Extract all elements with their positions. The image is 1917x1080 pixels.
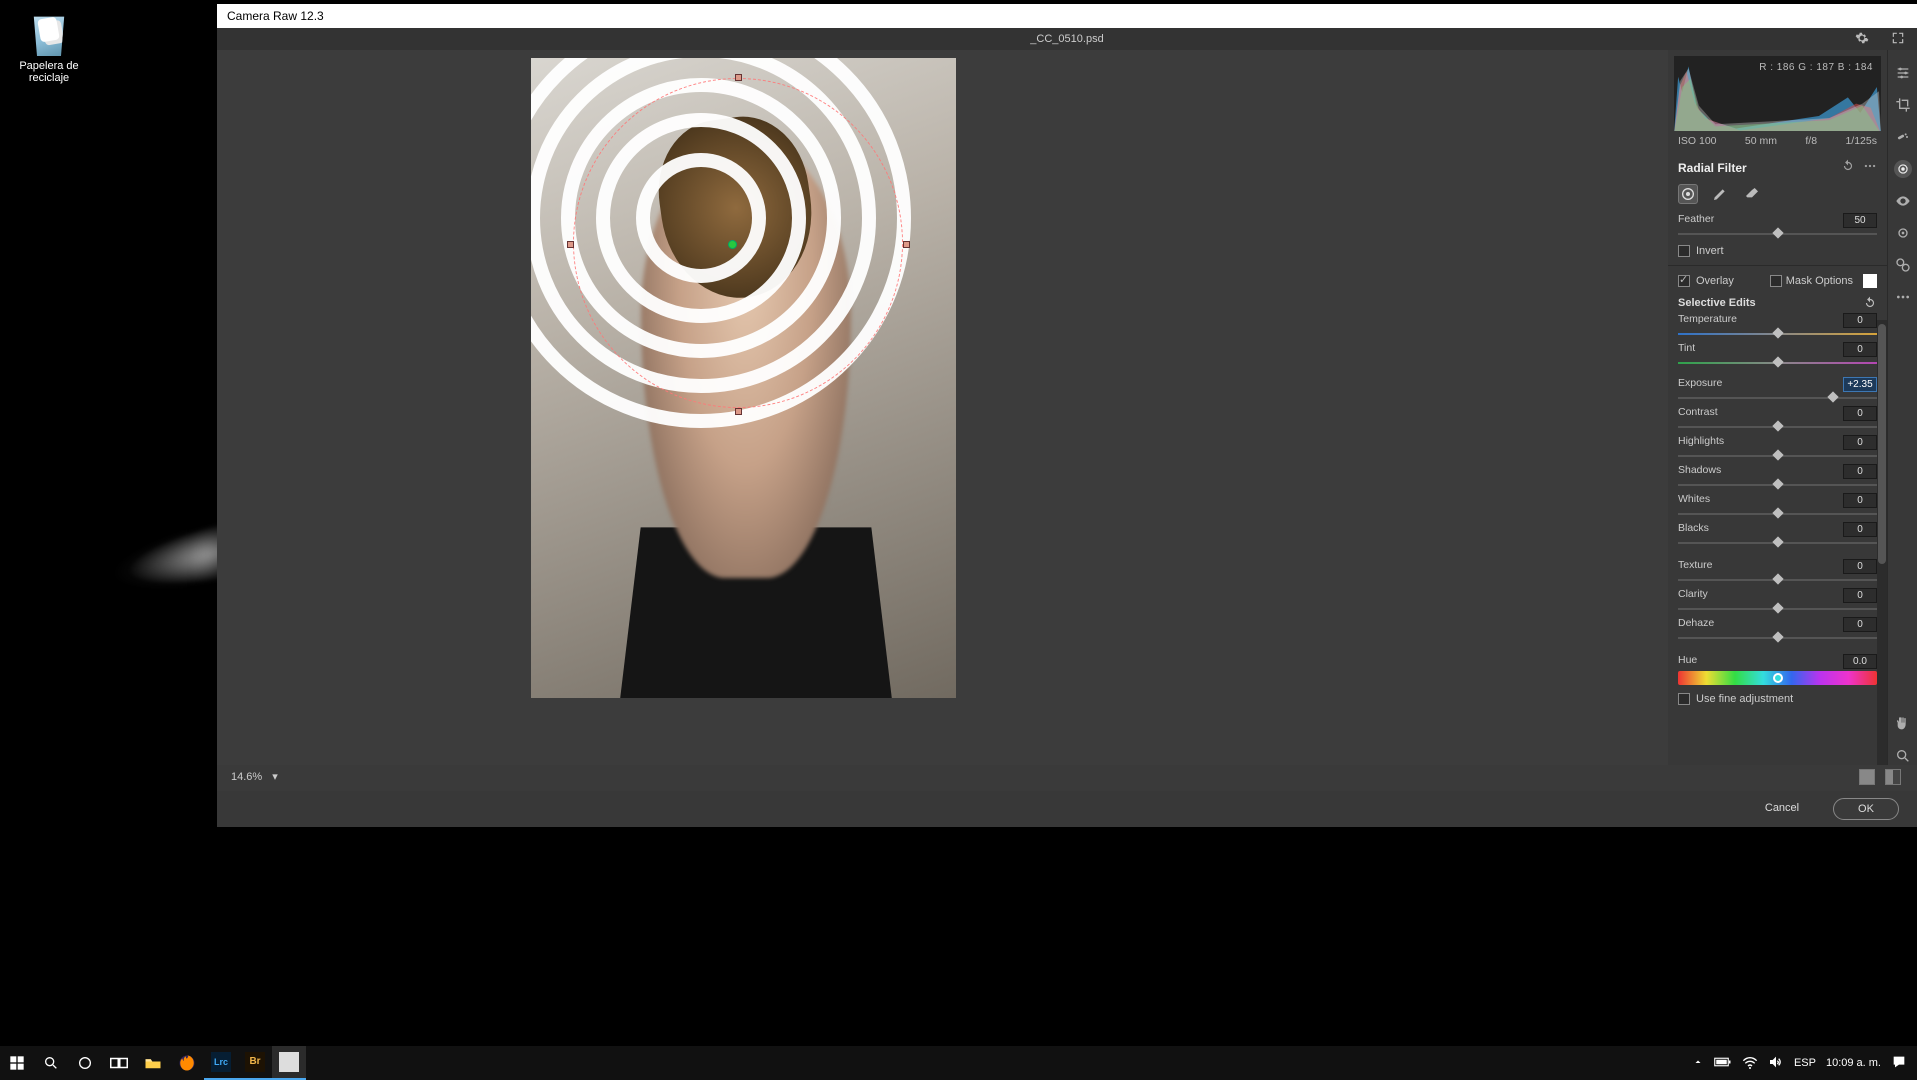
- invert-checkbox[interactable]: [1678, 245, 1690, 257]
- panel-scrollbar[interactable]: [1877, 320, 1887, 765]
- hue-slider[interactable]: Hue0.0: [1668, 653, 1887, 669]
- document-filename: _CC_0510.psd: [1030, 33, 1103, 45]
- histogram[interactable]: R : 186 G : 187 B : 184: [1674, 56, 1881, 131]
- zoom-tool-icon[interactable]: [1894, 747, 1912, 765]
- overlay-checkbox[interactable]: [1678, 275, 1690, 287]
- radial-handle-left[interactable]: [567, 241, 574, 248]
- invert-checkbox-row[interactable]: Invert: [1668, 241, 1887, 261]
- spot-heal-icon[interactable]: [1894, 128, 1912, 146]
- recycle-bin-label: Papelera de reciclaje: [14, 60, 84, 84]
- dialog-buttons: Cancel OK: [217, 791, 1917, 827]
- exposure-slider[interactable]: Exposure+2.35: [1668, 376, 1887, 403]
- radial-handle-bottom[interactable]: [735, 408, 742, 415]
- exif-aperture: f/8: [1805, 135, 1817, 147]
- exif-focal: 50 mm: [1745, 135, 1777, 147]
- compare-view-icons: [1859, 769, 1901, 785]
- redeye-tool-icon[interactable]: [1894, 224, 1912, 242]
- task-view-icon[interactable]: [102, 1046, 136, 1080]
- cancel-button[interactable]: Cancel: [1749, 798, 1815, 820]
- radial-filter-pin[interactable]: [728, 240, 737, 249]
- camera-raw-window: Camera Raw 12.3 _CC_0510.psd: [217, 4, 1917, 827]
- tint-slider[interactable]: Tint0: [1668, 341, 1887, 368]
- preview-canvas[interactable]: [217, 50, 1668, 765]
- highlights-slider[interactable]: Highlights0: [1668, 434, 1887, 461]
- tool-strip: [1887, 50, 1917, 765]
- presets-icon[interactable]: [1894, 256, 1912, 274]
- shadows-slider[interactable]: Shadows0: [1668, 463, 1887, 490]
- battery-icon[interactable]: [1714, 1056, 1732, 1071]
- exif-row: ISO 100 50 mm f/8 1/125s: [1668, 131, 1887, 153]
- adjustments-panel: R : 186 G : 187 B : 184 ISO 100 50 mm f/…: [1668, 50, 1887, 765]
- eye-preview-icon[interactable]: [1894, 192, 1912, 210]
- window-titlebar[interactable]: Camera Raw 12.3: [217, 4, 1917, 28]
- lightroom-classic-icon[interactable]: Lrc: [204, 1046, 238, 1080]
- exif-iso: ISO 100: [1678, 135, 1717, 147]
- contrast-slider[interactable]: Contrast0: [1668, 405, 1887, 432]
- eraser-icon[interactable]: [1742, 184, 1762, 204]
- blacks-slider[interactable]: Blacks0: [1668, 521, 1887, 548]
- zoom-dropdown[interactable]: 14.6%▾: [231, 770, 278, 783]
- taskbar-clock[interactable]: 10:09 a. m.: [1826, 1057, 1881, 1069]
- fine-adjustment-row[interactable]: Use fine adjustment: [1668, 689, 1887, 709]
- search-icon[interactable]: [34, 1046, 68, 1080]
- radial-filter-outline[interactable]: [573, 78, 903, 408]
- window-title: Camera Raw 12.3: [227, 9, 324, 23]
- texture-slider[interactable]: Texture0: [1668, 558, 1887, 585]
- preview-image: [531, 58, 956, 698]
- radial-handle-right[interactable]: [903, 241, 910, 248]
- compare-split-icon[interactable]: [1885, 769, 1901, 785]
- exif-shutter: 1/125s: [1845, 135, 1877, 147]
- settings-gear-icon[interactable]: [1855, 31, 1869, 45]
- mask-color-swatch[interactable]: [1863, 274, 1877, 288]
- selective-edits-header[interactable]: Selective Edits: [1668, 292, 1887, 312]
- fine-adjustment-checkbox[interactable]: [1678, 693, 1690, 705]
- recycle-bin-icon: [29, 8, 69, 56]
- firefox-icon[interactable]: [170, 1046, 204, 1080]
- panel-header: Radial Filter: [1668, 153, 1887, 180]
- local-adjust-icon[interactable]: [1894, 160, 1912, 178]
- tray-chevron-icon[interactable]: [1692, 1056, 1704, 1071]
- reset-section-icon[interactable]: [1863, 296, 1877, 310]
- panel-menu-icon[interactable]: [1863, 159, 1877, 176]
- new-radial-icon[interactable]: [1678, 184, 1698, 204]
- hue-color-strip[interactable]: [1678, 671, 1877, 685]
- bridge-icon[interactable]: Br: [238, 1046, 272, 1080]
- hand-tool-icon[interactable]: [1894, 715, 1912, 733]
- fullscreen-toggle-icon[interactable]: [1891, 31, 1905, 45]
- brush-add-icon[interactable]: [1710, 184, 1730, 204]
- volume-icon[interactable]: [1768, 1055, 1784, 1072]
- clarity-slider[interactable]: Clarity0: [1668, 587, 1887, 614]
- temperature-slider[interactable]: Temperature0: [1668, 312, 1887, 339]
- notifications-icon[interactable]: [1891, 1054, 1907, 1073]
- document-header: _CC_0510.psd: [217, 28, 1917, 50]
- compare-single-icon[interactable]: [1859, 769, 1875, 785]
- start-button[interactable]: [0, 1046, 34, 1080]
- mask-tool-row: [1668, 180, 1887, 212]
- cortana-icon[interactable]: [68, 1046, 102, 1080]
- panel-title: Radial Filter: [1678, 161, 1747, 175]
- ok-button[interactable]: OK: [1833, 798, 1899, 820]
- canvas-footer: 14.6%▾: [217, 765, 1917, 791]
- mask-options-checkbox[interactable]: [1770, 275, 1782, 287]
- more-settings-icon[interactable]: [1894, 288, 1912, 306]
- radial-handle-top[interactable]: [735, 74, 742, 81]
- feather-slider[interactable]: Feather50: [1668, 212, 1887, 239]
- language-indicator[interactable]: ESP: [1794, 1057, 1816, 1069]
- photoshop-task-icon[interactable]: [272, 1046, 306, 1080]
- crop-tool-icon[interactable]: [1894, 96, 1912, 114]
- edit-sliders-icon[interactable]: [1894, 64, 1912, 82]
- dehaze-slider[interactable]: Dehaze0: [1668, 616, 1887, 643]
- whites-slider[interactable]: Whites0: [1668, 492, 1887, 519]
- wifi-icon[interactable]: [1742, 1055, 1758, 1072]
- recycle-bin[interactable]: Papelera de reciclaje: [14, 8, 84, 84]
- file-explorer-icon[interactable]: [136, 1046, 170, 1080]
- taskbar: Lrc Br ESP 10:09 a. m.: [0, 1046, 1917, 1080]
- reset-icon[interactable]: [1841, 159, 1855, 176]
